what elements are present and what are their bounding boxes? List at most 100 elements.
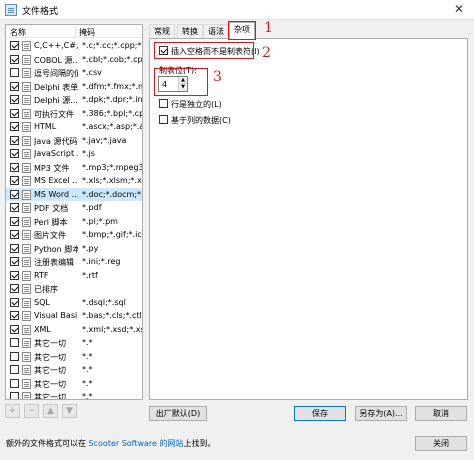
row-checkbox[interactable] — [10, 108, 19, 118]
row-name: 已排序 — [34, 285, 58, 294]
table-row[interactable]: C,C++,C#,... *.c;*.cc;*.cpp;*. — [6, 39, 142, 53]
line-independent-label[interactable]: 行是独立的(L) — [171, 99, 222, 110]
row-name: MP3 文件 — [34, 163, 70, 173]
file-type-icon — [22, 324, 31, 335]
file-type-icon — [22, 149, 31, 159]
table-row[interactable]: HTML *.ascx;*.asp;*.asp... — [6, 120, 142, 134]
row-name: XML — [34, 324, 51, 334]
file-type-icon — [22, 95, 31, 105]
move-up-button[interactable]: ▲ — [43, 404, 58, 418]
row-checkbox[interactable] — [10, 270, 19, 280]
table-row[interactable]: MS Excel ... *.xls;*.xlsm;*.xls... — [6, 174, 142, 188]
row-checkbox[interactable] — [10, 284, 19, 293]
row-name: Perl 脚本 — [34, 217, 68, 227]
row-checkbox[interactable] — [10, 189, 19, 199]
table-row[interactable]: COBOL 源... *.cbl;*.cob;*.cpy* — [6, 53, 142, 67]
table-row[interactable]: 其它一切 *.* — [6, 336, 142, 350]
table-row[interactable]: 其它一切 *.* — [6, 363, 142, 377]
row-mask: *.py — [82, 243, 99, 253]
table-row[interactable]: 已排序 — [6, 282, 142, 296]
cancel-button[interactable]: 取消 — [415, 406, 467, 421]
add-format-button[interactable]: + — [5, 404, 20, 418]
remove-format-button[interactable]: − — [24, 404, 39, 418]
table-row[interactable]: Delphi 表单 *.dfm;*.fmx;*.nfr... — [6, 80, 142, 94]
file-type-icon — [22, 351, 31, 362]
table-row[interactable]: 其它一切 *.* — [6, 390, 142, 400]
row-checkbox[interactable] — [10, 68, 19, 77]
column-header-mask[interactable]: 掩码 — [79, 27, 95, 38]
row-checkbox[interactable] — [10, 162, 19, 172]
row-checkbox[interactable] — [10, 81, 19, 91]
file-format-list[interactable]: 名称 掩码 C,C++,C#,... *.c;*.cc;*.cpp;*. COBOL… — [5, 24, 143, 400]
file-type-icon — [22, 297, 31, 308]
row-checkbox[interactable] — [10, 243, 19, 253]
row-mask: *.dsql;*.sql — [82, 297, 126, 307]
row-checkbox[interactable] — [10, 230, 19, 239]
save-as-button[interactable]: 另存为(A)... — [355, 406, 407, 421]
table-row[interactable]: 注册表编辑 *.ini;*.reg — [6, 255, 142, 269]
table-row[interactable]: Visual Basi... *.bas;*.cls;*.ctl;... — [6, 309, 142, 323]
table-row[interactable]: Java 源代码 *.jav;*.java — [6, 134, 142, 148]
table-row[interactable]: 逗号间隔的值 *.csv — [6, 66, 142, 80]
file-type-icon — [22, 162, 31, 173]
file-type-icon — [22, 216, 31, 227]
table-row[interactable]: Perl 脚本 *.pl;*.pm — [6, 215, 142, 229]
tab-general[interactable]: 常规 — [149, 24, 175, 38]
row-name: 其它一切 — [34, 393, 66, 400]
move-down-button[interactable]: ▼ — [62, 404, 77, 418]
row-checkbox[interactable] — [10, 351, 19, 361]
table-row[interactable]: 可执行文件 *.386;*.bpl;*.cpl;... — [6, 107, 142, 121]
row-checkbox[interactable] — [10, 311, 19, 320]
line-independent-checkbox[interactable] — [159, 99, 168, 108]
row-checkbox[interactable] — [10, 338, 19, 347]
table-row[interactable]: RTF *.rtf — [6, 269, 142, 283]
table-row[interactable]: MP3 文件 *.mp3;*.mpeg3... — [6, 161, 142, 175]
row-checkbox[interactable] — [10, 365, 19, 374]
row-mask: *.386;*.bpl;*.cpl;... — [82, 108, 142, 118]
row-checkbox[interactable] — [10, 392, 19, 399]
row-mask: *.cbl;*.cob;*.cpy* — [82, 54, 142, 64]
row-checkbox[interactable] — [10, 297, 19, 307]
table-row[interactable]: 图片文件 *.bmp;*.gif;*.ic... — [6, 228, 142, 242]
row-checkbox[interactable] — [10, 176, 19, 185]
row-checkbox[interactable] — [10, 54, 19, 64]
column-data-checkbox[interactable] — [159, 115, 168, 124]
row-checkbox[interactable] — [10, 135, 19, 145]
save-button[interactable]: 保存 — [294, 406, 346, 421]
file-type-icon — [22, 284, 31, 294]
row-checkbox[interactable] — [10, 378, 19, 388]
tab-syntax[interactable]: 语法 — [203, 24, 229, 38]
column-data-label[interactable]: 基于列的数据(C) — [171, 115, 231, 126]
close-window-button[interactable]: ✕ — [444, 0, 474, 20]
row-checkbox[interactable] — [10, 41, 19, 50]
table-row[interactable]: XML *.xml;*.xsd;*.xsl — [6, 323, 142, 337]
row-checkbox[interactable] — [10, 122, 19, 131]
table-row[interactable]: MS Word ... *.doc;*.docm;*.d... — [6, 187, 142, 201]
row-checkbox[interactable] — [10, 324, 19, 334]
row-mask: *.* — [82, 365, 93, 374]
row-mask: *.* — [82, 338, 93, 347]
table-row[interactable]: Delphi 源... *.dpk;*.dpr;*.inc... — [6, 93, 142, 107]
close-button[interactable]: 关闭 — [415, 436, 467, 451]
column-separator[interactable] — [75, 25, 76, 38]
tab-misc[interactable]: 杂项 — [229, 22, 255, 39]
row-checkbox[interactable] — [10, 149, 19, 158]
table-row[interactable]: 其它一切 *.* — [6, 377, 142, 391]
table-row[interactable]: PDF 文档 *.pdf — [6, 201, 142, 215]
row-checkbox[interactable] — [10, 203, 19, 212]
row-checkbox[interactable] — [10, 216, 19, 226]
column-header-name[interactable]: 名称 — [10, 27, 26, 38]
scooter-software-link[interactable]: Scooter Software 的网站 — [89, 439, 184, 448]
row-mask: *.bmp;*.gif;*.ic... — [82, 230, 142, 239]
factory-default-button[interactable]: 出厂默认(D) — [149, 406, 207, 421]
footer-message: 额外的文件格式可以在 Scooter Software 的网站上找到。 — [6, 438, 216, 449]
table-row[interactable]: SQL *.dsql;*.sql — [6, 296, 142, 310]
table-row[interactable]: Python 脚本 *.py — [6, 242, 142, 256]
row-checkbox[interactable] — [10, 95, 19, 104]
file-type-icon — [22, 122, 31, 132]
row-checkbox[interactable] — [10, 257, 19, 266]
table-row[interactable]: 其它一切 *.* — [6, 350, 142, 364]
table-row[interactable]: JavaScript ... *.js — [6, 147, 142, 161]
row-mask: *.* — [82, 351, 93, 361]
tab-conversion[interactable]: 转换 — [177, 24, 203, 38]
